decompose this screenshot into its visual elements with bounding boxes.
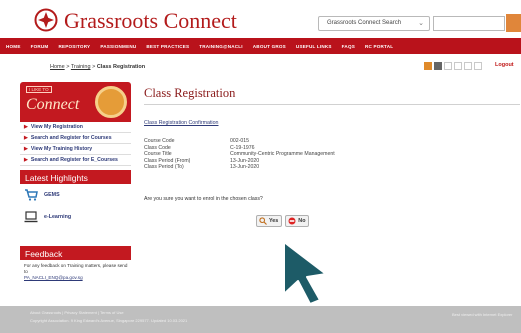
detail-row: Course Title Community-Centric Programme … — [144, 151, 335, 158]
latest-highlights-heading: Latest Highlights — [20, 170, 131, 184]
arrow-right-icon: ▶ — [24, 157, 28, 163]
arrow-right-icon: ▶ — [24, 146, 28, 152]
nav-faqs[interactable]: FAQS — [342, 44, 355, 49]
sidebar-item-label: View My Registration — [30, 124, 83, 130]
detail-value: 13-Jun-2020 — [230, 164, 260, 171]
footer-links[interactable]: About Grassroots | Privacy Statement | T… — [30, 310, 124, 315]
contrast-icon[interactable] — [474, 62, 482, 70]
detail-row: Course Code 002-015 — [144, 138, 335, 145]
sidebar-item-view-registration[interactable]: ▶ View My Registration — [20, 122, 131, 133]
nav-best-practices[interactable]: BEST PRACTICES — [146, 44, 189, 49]
site-title[interactable]: Grassroots Connect — [64, 9, 237, 33]
sidebar-item-label: Search and Register for Courses — [30, 135, 112, 141]
chevron-down-icon: ⌄ — [418, 20, 424, 27]
nav-forum[interactable]: FORUM — [31, 44, 49, 49]
footer: About Grassroots | Privacy Statement | T… — [0, 306, 521, 333]
palette-icon — [95, 86, 127, 118]
search-scope-select[interactable]: Grassroots Connect Search ⌄ — [318, 16, 430, 31]
banner-title: Connect — [26, 96, 80, 113]
detail-label: Course Title — [144, 151, 172, 158]
arrow-right-icon: ▶ — [24, 124, 28, 130]
rss-icon[interactable] — [424, 62, 432, 70]
footer-copyright: Copyright Association. 9 King Edward's A… — [30, 318, 188, 323]
banner-tagline: I LIKE TO — [26, 86, 52, 93]
class-details: Course Code 002-015 Class Code C-19-1976 C… — [144, 138, 335, 171]
sidebar: I LIKE TO Connect ▶ View My Registration … — [20, 82, 131, 281]
detail-row: Class Period (To) 13-Jun-2020 — [144, 164, 335, 171]
confirmation-heading: Class Registration Confirmation — [144, 120, 219, 126]
print-icon[interactable] — [434, 62, 442, 70]
highlight-elearning[interactable]: e-Learning — [20, 206, 131, 228]
no-entry-icon — [288, 217, 296, 225]
feedback-heading: Feedback — [20, 246, 131, 260]
logout-link[interactable]: Logout — [495, 62, 514, 68]
sidebar-item-search-register-courses[interactable]: ▶ Search and Register for Courses — [20, 133, 131, 144]
mouse-pointer-icon — [283, 241, 327, 305]
no-button[interactable]: No — [285, 215, 310, 227]
arrow-right-icon: ▶ — [24, 135, 28, 141]
title-divider — [144, 104, 520, 105]
nav-about[interactable]: ABOUT GROS — [253, 44, 286, 49]
breadcrumb-training[interactable]: Training — [71, 64, 91, 70]
header: Grassroots Connect Grassroots Connect Se… — [0, 0, 521, 38]
nav-passionmenu[interactable]: PASSIONMENU — [100, 44, 136, 49]
enrol-question: Are you sure you want to enrol in the ch… — [144, 196, 263, 202]
breadcrumb-separator: > — [92, 64, 96, 70]
yes-label: Yes — [269, 218, 279, 224]
detail-row: Class Code C-19-1976 — [144, 145, 335, 152]
search-go-button[interactable] — [506, 14, 521, 32]
breadcrumb-current: Class Registration — [96, 64, 146, 70]
yes-button[interactable]: Yes — [256, 215, 283, 227]
highlight-label: GEMS — [44, 192, 60, 198]
breadcrumb-home[interactable]: Home — [50, 64, 65, 70]
detail-value: 13-Jun-2020 — [230, 157, 260, 164]
detail-label: Class Period (To) — [144, 164, 184, 171]
highlight-label: e-Learning — [44, 214, 72, 220]
sidebar-item-label: View My Training History — [30, 146, 93, 152]
detail-value: Community-Centric Programme Management — [230, 151, 335, 158]
text-size-small-icon[interactable] — [444, 62, 452, 70]
confirm-buttons: Yes No — [256, 215, 310, 227]
footer-note: Best viewed with Internet Explorer — [452, 312, 513, 317]
nav-training[interactable]: TRAINING@NACLI — [199, 44, 243, 49]
text-size-large-icon[interactable] — [464, 62, 472, 70]
sidebar-item-label: Search and Register for E_Courses — [30, 157, 118, 163]
page-tools — [424, 62, 482, 70]
detail-value: C-19-1976 — [230, 144, 255, 151]
laptop-icon — [24, 211, 38, 223]
nav-repository[interactable]: REPOSITORY — [58, 44, 90, 49]
feedback-text: For any feedback on Training matters, pl… — [20, 260, 131, 281]
detail-value: 002-015 — [230, 138, 250, 144]
search-input[interactable] — [433, 16, 505, 31]
i-like-to-connect-banner[interactable]: I LIKE TO Connect — [20, 82, 131, 122]
sidebar-item-training-history[interactable]: ▶ View My Training History — [20, 144, 131, 155]
feedback-email-link[interactable]: PA_NACLI_ENQ@pa.gov.sg — [24, 275, 83, 280]
shopping-cart-icon — [25, 189, 38, 201]
grassroots-logo-icon[interactable] — [34, 8, 58, 32]
nav-home[interactable]: HOME — [6, 44, 21, 49]
detail-label: Course Code — [144, 138, 175, 144]
page-title: Class Registration — [144, 86, 236, 100]
nav-useful-links[interactable]: USEFUL LINKS — [296, 44, 332, 49]
breadcrumb-separator: > — [66, 64, 70, 70]
text-size-medium-icon[interactable] — [454, 62, 462, 70]
page: Grassroots Connect Grassroots Connect Se… — [0, 0, 521, 333]
no-label: No — [298, 218, 306, 224]
sidebar-item-search-register-ecourses[interactable]: ▶ Search and Register for E_Courses — [20, 155, 131, 166]
main-nav: HOME FORUM REPOSITORY PASSIONMENU BEST P… — [0, 38, 521, 54]
detail-row: Class Period (From) 13-Jun-2020 — [144, 158, 335, 165]
breadcrumb: Home > Training > Class Registration — [50, 64, 145, 70]
detail-label: Class Period (From) — [144, 157, 191, 164]
highlight-gems[interactable]: GEMS — [20, 184, 131, 206]
magnifier-icon — [259, 217, 267, 225]
nav-rc-portal[interactable]: RC PORTAL — [365, 44, 393, 49]
feedback-message: For any feedback on Training matters, pl… — [24, 263, 128, 274]
detail-label: Class Code — [144, 144, 171, 151]
search-scope-label: Grassroots Connect Search — [327, 20, 402, 26]
